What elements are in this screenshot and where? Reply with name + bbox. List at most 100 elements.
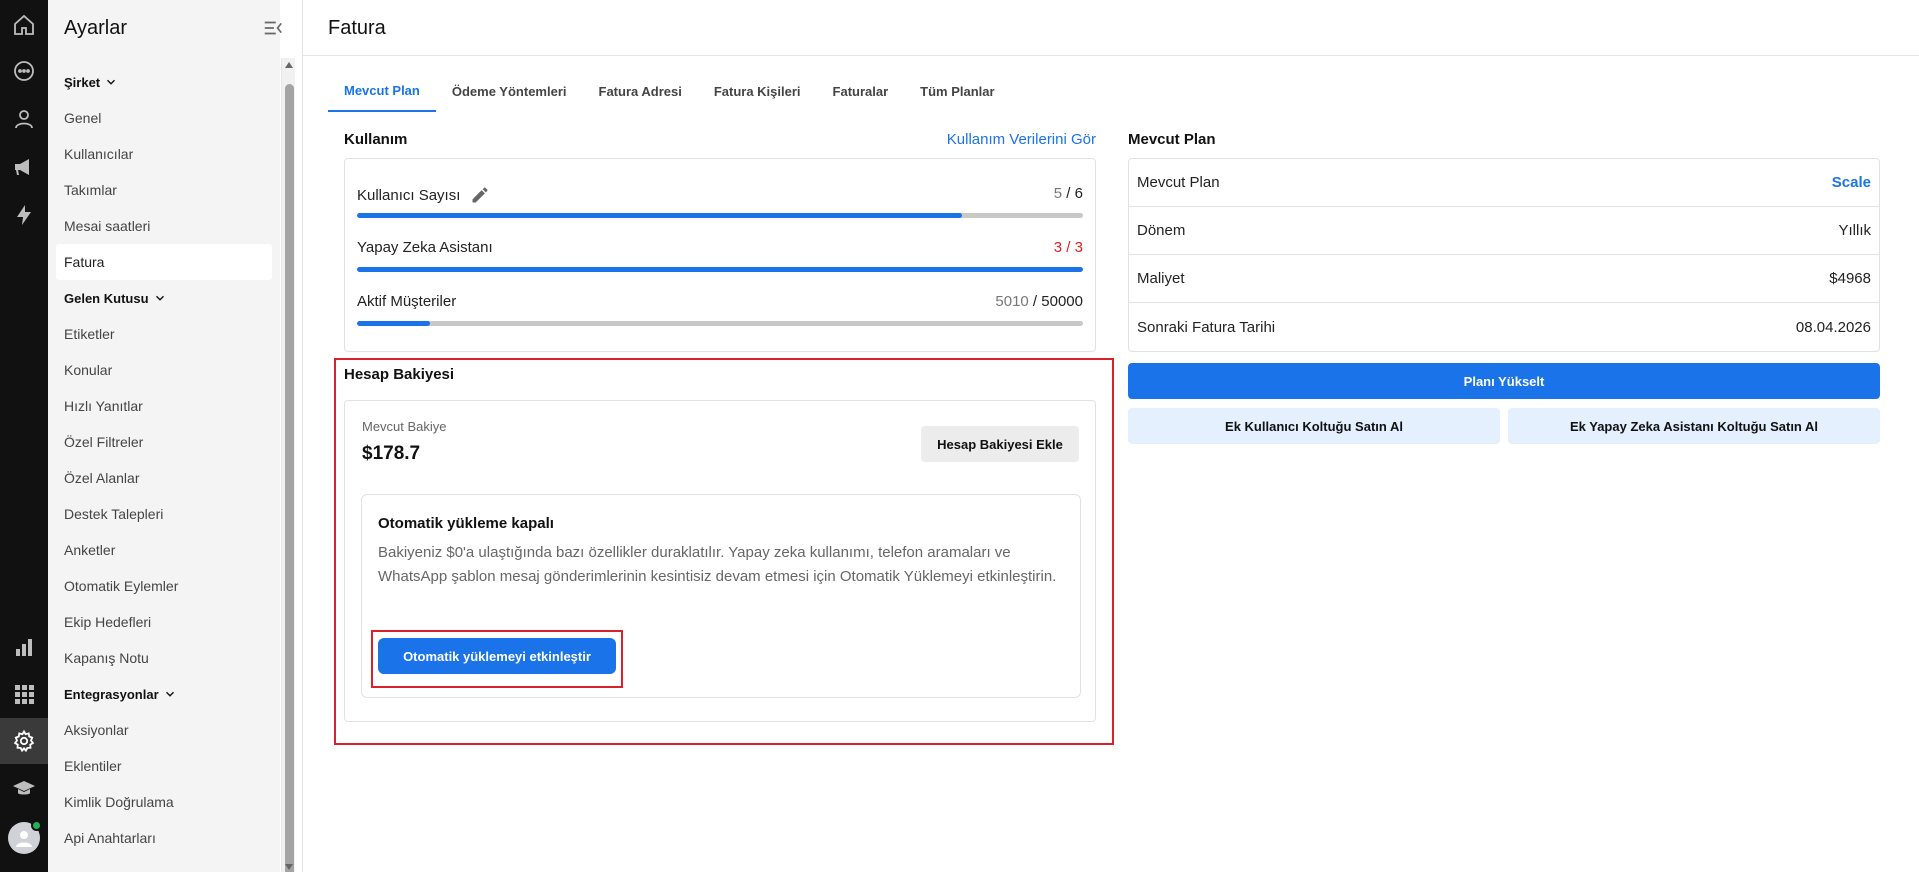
home-icon[interactable] <box>0 2 48 48</box>
sidebar-item[interactable]: Ekip Hedefleri <box>56 604 272 640</box>
sidebar-section-title: Şirket <box>64 74 101 90</box>
buy-user-seat-button[interactable]: Ek Kullanıcı Koltuğu Satın Al <box>1128 408 1500 444</box>
upgrade-plan-button[interactable]: Planı Yükselt <box>1128 363 1880 399</box>
settings-gear-icon[interactable] <box>0 718 48 764</box>
sidebar-item[interactable]: Aksiyonlar <box>56 712 272 748</box>
scroll-down-arrow-icon[interactable] <box>284 862 294 872</box>
sidebar-item[interactable]: Kullanıcılar <box>56 136 272 172</box>
sidebar-item[interactable]: Hızlı Yanıtlar <box>56 388 272 424</box>
user-icon[interactable] <box>0 96 48 142</box>
sidebar-item[interactable]: Özel Alanlar <box>56 460 272 496</box>
tab[interactable]: Ödeme Yöntemleri <box>436 70 583 112</box>
buy-ai-assistant-seat-button[interactable]: Ek Yapay Zeka Asistanı Koltuğu Satın Al <box>1508 408 1880 444</box>
usage-progress-fill <box>357 267 1083 272</box>
balance-title: Hesap Bakiyesi <box>344 366 455 383</box>
current-plan-card: Mevcut Plan Scale Dönem Yıllık Maliyet $… <box>1128 158 1880 352</box>
chevron-down-icon[interactable] <box>153 291 167 305</box>
view-usage-data-link[interactable]: Kullanım Verilerini Gör <box>947 131 1096 148</box>
usage-label: Aktif Müşteriler <box>357 293 457 310</box>
usage-value: 5010 / 50000 <box>995 293 1083 310</box>
sidebar-title: Ayarlar <box>64 16 127 39</box>
settings-sidebar: Ayarlar Şirket Genel Kullanıcılar Takımlar M… <box>48 0 282 872</box>
usage-value: 3 / 3 <box>1053 239 1083 256</box>
main-divider <box>302 0 303 872</box>
sidebar-item[interactable]: Otomatik Eylemler <box>56 568 272 604</box>
billing-tabs: Mevcut Plan Ödeme Yöntemleri Fatura Adresi… <box>328 70 1011 112</box>
bar-chart-icon[interactable] <box>0 624 48 670</box>
plan-row-value: $4968 <box>1829 270 1871 287</box>
sidebar-nav: Şirket Genel Kullanıcılar Takımlar Mesai saa… <box>56 64 272 856</box>
sidebar-item[interactable]: Mesai saatleri <box>56 208 272 244</box>
plan-row: Maliyet $4968 <box>1129 255 1879 303</box>
sidebar-item[interactable]: Anketler <box>56 532 272 568</box>
chevron-down-icon[interactable] <box>104 75 118 89</box>
lightning-icon[interactable] <box>0 192 48 238</box>
sidebar-section-header[interactable]: Şirket <box>56 64 272 100</box>
megaphone-icon[interactable] <box>0 144 48 190</box>
sidebar-item[interactable]: Takımlar <box>56 172 272 208</box>
chevron-down-icon[interactable] <box>163 687 177 701</box>
sidebar-item[interactable]: Etiketler <box>56 316 272 352</box>
plan-row-value: 08.04.2026 <box>1795 318 1871 336</box>
plan-name-link[interactable]: Scale <box>1832 174 1871 191</box>
sidebar-section-title: Entegrasyonlar <box>64 686 159 702</box>
usage-progress-bar <box>357 321 1083 326</box>
current-plan-title: Mevcut Plan <box>1128 131 1216 148</box>
auto-reload-card: Otomatik yükleme kapalı Bakiyeniz $0'a u… <box>361 494 1081 698</box>
auto-reload-description: Bakiyeniz $0'a ulaştığında bazı özellikl… <box>378 544 1057 585</box>
plan-row: Mevcut Plan Scale <box>1129 159 1879 207</box>
sidebar-item[interactable]: Eklentiler <box>56 748 272 784</box>
usage-progress-fill <box>357 213 962 218</box>
tab[interactable]: Fatura Adresi <box>583 70 698 112</box>
balance-amount: $178.7 <box>362 443 421 464</box>
online-status-dot <box>31 820 42 831</box>
usage-value: 5 / 6 <box>1053 185 1083 202</box>
sidebar-item[interactable]: Destek Talepleri <box>56 496 272 532</box>
usage-card: Kullanıcı Sayısı 5 / 6 Yapay Zeka Asista… <box>344 158 1096 352</box>
auto-reload-title: Otomatik yükleme kapalı <box>378 515 554 532</box>
sidebar-item[interactable]: Özel Filtreler <box>56 424 272 460</box>
tab[interactable]: Tüm Planlar <box>904 70 1010 112</box>
sidebar-scrollbar[interactable] <box>281 58 295 872</box>
plan-row-value: Yıllık <box>1838 222 1871 239</box>
sidebar-section-title: Gelen Kutusu <box>64 290 149 306</box>
page-title: Fatura <box>328 17 386 39</box>
plan-row-label: Dönem <box>1137 222 1186 239</box>
edit-pencil-icon[interactable] <box>470 185 490 205</box>
plan-row-label: Sonraki Fatura Tarihi <box>1137 318 1276 336</box>
sidebar-item[interactable]: Genel <box>56 100 272 136</box>
tab[interactable]: Fatura Kişileri <box>698 70 817 112</box>
usage-progress-fill <box>357 321 430 326</box>
graduation-cap-icon[interactable] <box>0 766 48 812</box>
enable-button-highlight-box: Otomatik yüklemeyi etkinleştir <box>371 630 623 688</box>
sidebar-item[interactable]: Kapanış Notu <box>56 640 272 676</box>
balance-label: Mevcut Bakiye <box>362 419 447 434</box>
plan-row: Sonraki Fatura Tarihi 08.04.2026 <box>1129 303 1879 351</box>
icon-rail <box>0 0 48 872</box>
apps-grid-icon[interactable] <box>0 671 48 717</box>
page-header: Fatura <box>303 0 1919 56</box>
scrollbar-thumb[interactable] <box>285 84 294 872</box>
chat-icon[interactable] <box>0 48 48 94</box>
avatar[interactable] <box>8 820 42 854</box>
plan-row-label: Mevcut Plan <box>1137 174 1220 191</box>
tab[interactable]: Mevcut Plan <box>328 70 436 112</box>
sidebar-section-header[interactable]: Gelen Kutusu <box>56 280 272 316</box>
tab[interactable]: Faturalar <box>817 70 905 112</box>
add-balance-button[interactable]: Hesap Bakiyesi Ekle <box>921 426 1079 462</box>
usage-title: Kullanım <box>344 131 408 148</box>
usage-label: Kullanıcı Sayısı <box>357 186 461 204</box>
plan-row: Dönem Yıllık <box>1129 207 1879 255</box>
enable-auto-reload-button[interactable]: Otomatik yüklemeyi etkinleştir <box>378 638 616 674</box>
collapse-sidebar-icon[interactable] <box>262 17 284 39</box>
sidebar-item[interactable]: Api Anahtarları <box>56 820 272 856</box>
sidebar-section-header[interactable]: Entegrasyonlar <box>56 676 272 712</box>
sidebar-item[interactable]: Fatura <box>56 244 272 280</box>
scroll-up-arrow-icon[interactable] <box>284 60 294 70</box>
sidebar-item[interactable]: Konular <box>56 352 272 388</box>
sidebar-header: Ayarlar <box>64 16 284 40</box>
usage-progress-bar <box>357 267 1083 272</box>
balance-card: Mevcut Bakiye $178.7 Hesap Bakiyesi Ekle… <box>344 400 1096 722</box>
usage-progress-bar <box>357 213 1083 218</box>
sidebar-item[interactable]: Kimlik Doğrulama <box>56 784 272 820</box>
